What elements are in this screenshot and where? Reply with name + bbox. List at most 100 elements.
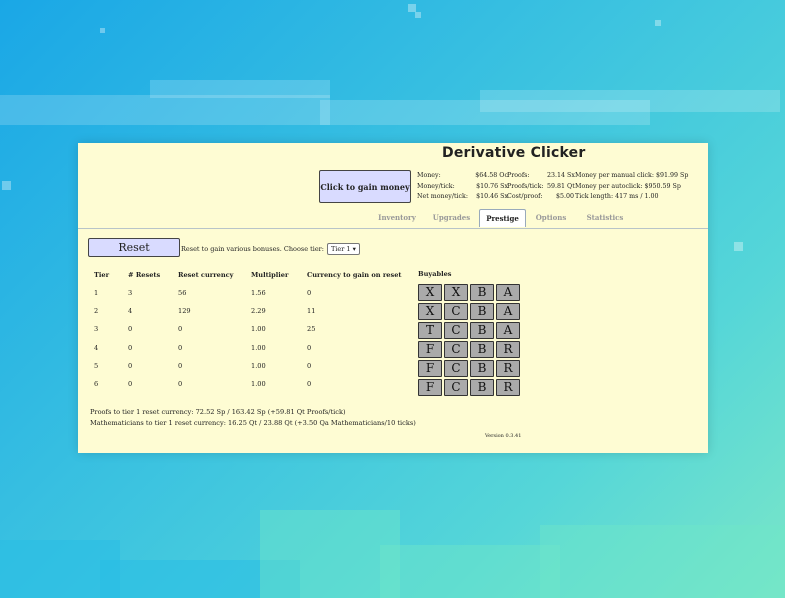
buyables-row: FCBR (418, 341, 522, 358)
table-row: 1 3 56 1.56 0 (94, 284, 407, 302)
table-cell: 129 (178, 307, 191, 316)
buyable-button[interactable]: B (470, 341, 494, 358)
table-cell: 6 (94, 380, 99, 389)
table-cell: 1.00 (251, 343, 266, 352)
column-header: # Resets (128, 271, 161, 279)
stat-label: Proofs: (507, 172, 530, 179)
table-cell: 0 (178, 361, 183, 370)
table-row: 3 0 0 1.00 25 (94, 320, 407, 338)
table-cell: 1.56 (251, 289, 266, 298)
tab-bar: Inventory Upgrades Prestige Options Stat… (370, 209, 634, 227)
buyables-grid: XXBAXCBATCBAFCBRFCBRFCBR (418, 284, 522, 398)
buyable-button[interactable]: X (418, 303, 442, 320)
proofs-progress: Proofs to tier 1 reset currency: 72.52 S… (90, 408, 346, 416)
stat-label: Cost/proof: (507, 193, 543, 200)
buyable-button[interactable]: B (470, 303, 494, 320)
table-cell: 5 (94, 361, 99, 370)
table-cell: 1 (94, 289, 99, 298)
table-cell: 1.00 (251, 361, 266, 370)
tab-statistics[interactable]: Statistics (576, 209, 634, 226)
table-cell: 0 (128, 343, 133, 352)
stat-value: 59.81 Qt (547, 182, 575, 190)
table-cell: 2 (94, 307, 99, 316)
buyable-button[interactable]: C (444, 322, 468, 339)
stat-label: Money/tick: (417, 182, 455, 190)
money-stats: Money: $64.58 Oc Money/tick: $10.76 Sx Net… (417, 171, 508, 203)
buyable-button[interactable]: X (444, 284, 468, 301)
table-header-row: Tier # Resets Reset currency Multiplier … (94, 266, 407, 284)
game-panel: Derivative Clicker Click to gain money M… (78, 143, 708, 453)
game-title: Derivative Clicker (442, 145, 586, 161)
table-cell: 2.29 (251, 307, 266, 316)
table-cell: 0 (178, 325, 183, 334)
buyable-button[interactable]: A (496, 322, 520, 339)
stat-value: $5.00 (555, 193, 574, 200)
column-header: Multiplier (251, 271, 289, 279)
table-cell: 1.00 (251, 325, 266, 334)
buyables-row: XXBA (418, 284, 522, 301)
table-row: 2 4 129 2.29 11 (94, 302, 407, 320)
buyables-row: FCBR (418, 379, 522, 396)
stat-value: $10.46 Sx (476, 193, 508, 200)
table-cell: 0 (307, 380, 312, 389)
buyables-title: Buyables (418, 270, 452, 278)
tier-select[interactable]: Tier 1 ▾ (327, 243, 360, 255)
reset-button[interactable]: Reset (88, 238, 180, 257)
table-cell: 0 (307, 289, 312, 298)
column-header: Reset currency (178, 271, 234, 279)
table-cell: 56 (178, 289, 187, 298)
buyable-button[interactable]: X (418, 284, 442, 301)
stat-value: 23.14 Sx (547, 172, 575, 179)
buyable-button[interactable]: B (470, 379, 494, 396)
prestige-table: Tier # Resets Reset currency Multiplier … (94, 266, 407, 393)
buyable-button[interactable]: R (496, 379, 520, 396)
buyable-button[interactable]: F (418, 379, 442, 396)
column-header: Currency to gain on reset (307, 271, 402, 279)
buyable-button[interactable]: C (444, 303, 468, 320)
buyable-button[interactable]: T (418, 322, 442, 339)
reset-description: Reset to gain various bonuses. Choose ti… (181, 245, 324, 253)
stat-line: Money per autoclick: $950.59 Sp (575, 182, 681, 190)
tab-options[interactable]: Options (526, 209, 576, 226)
tab-divider (78, 228, 708, 229)
mathematicians-progress: Mathematicians to tier 1 reset currency:… (90, 418, 416, 427)
stat-label: Proofs/tick: (507, 182, 544, 190)
table-row: 6 0 0 1.00 0 (94, 375, 407, 393)
click-stats: Money per manual click: $91.99 Sp Money … (575, 171, 688, 203)
buyable-button[interactable]: B (470, 322, 494, 339)
buyable-button[interactable]: B (470, 360, 494, 377)
table-cell: 4 (94, 343, 99, 352)
tab-inventory[interactable]: Inventory (370, 209, 424, 226)
reset-progress: Proofs to tier 1 reset currency: 72.52 S… (90, 407, 416, 428)
buyables-row: FCBR (418, 360, 522, 377)
stat-line: Money per manual click: $91.99 Sp (575, 172, 689, 179)
stat-label: Net money/tick: (417, 193, 468, 200)
buyable-button[interactable]: C (444, 360, 468, 377)
buyable-button[interactable]: C (444, 379, 468, 396)
buyable-button[interactable]: F (418, 360, 442, 377)
table-cell: 0 (128, 325, 133, 334)
tab-prestige[interactable]: Prestige (479, 209, 526, 227)
table-cell: 1.00 (251, 380, 266, 389)
buyable-button[interactable]: C (444, 341, 468, 358)
buyables-row: TCBA (418, 322, 522, 339)
table-cell: 0 (307, 343, 312, 352)
tab-upgrades[interactable]: Upgrades (424, 209, 479, 226)
buyable-button[interactable]: A (496, 303, 520, 320)
buyable-button[interactable]: R (496, 360, 520, 377)
table-cell: 0 (128, 380, 133, 389)
buyable-button[interactable]: R (496, 341, 520, 358)
buyable-button[interactable]: B (470, 284, 494, 301)
table-cell: 0 (307, 361, 312, 370)
table-cell: 4 (128, 307, 133, 316)
stat-line: Tick length: 417 ms / 1.00 (575, 193, 659, 200)
buyable-button[interactable]: F (418, 341, 442, 358)
column-header: Tier (94, 271, 110, 279)
table-row: 5 0 0 1.00 0 (94, 357, 407, 375)
table-cell: 0 (128, 361, 133, 370)
table-cell: 3 (94, 325, 99, 334)
click-to-gain-money-button[interactable]: Click to gain money (319, 170, 411, 203)
table-cell: 0 (178, 343, 183, 352)
buyable-button[interactable]: A (496, 284, 520, 301)
stat-value: $10.76 Sx (476, 182, 508, 190)
